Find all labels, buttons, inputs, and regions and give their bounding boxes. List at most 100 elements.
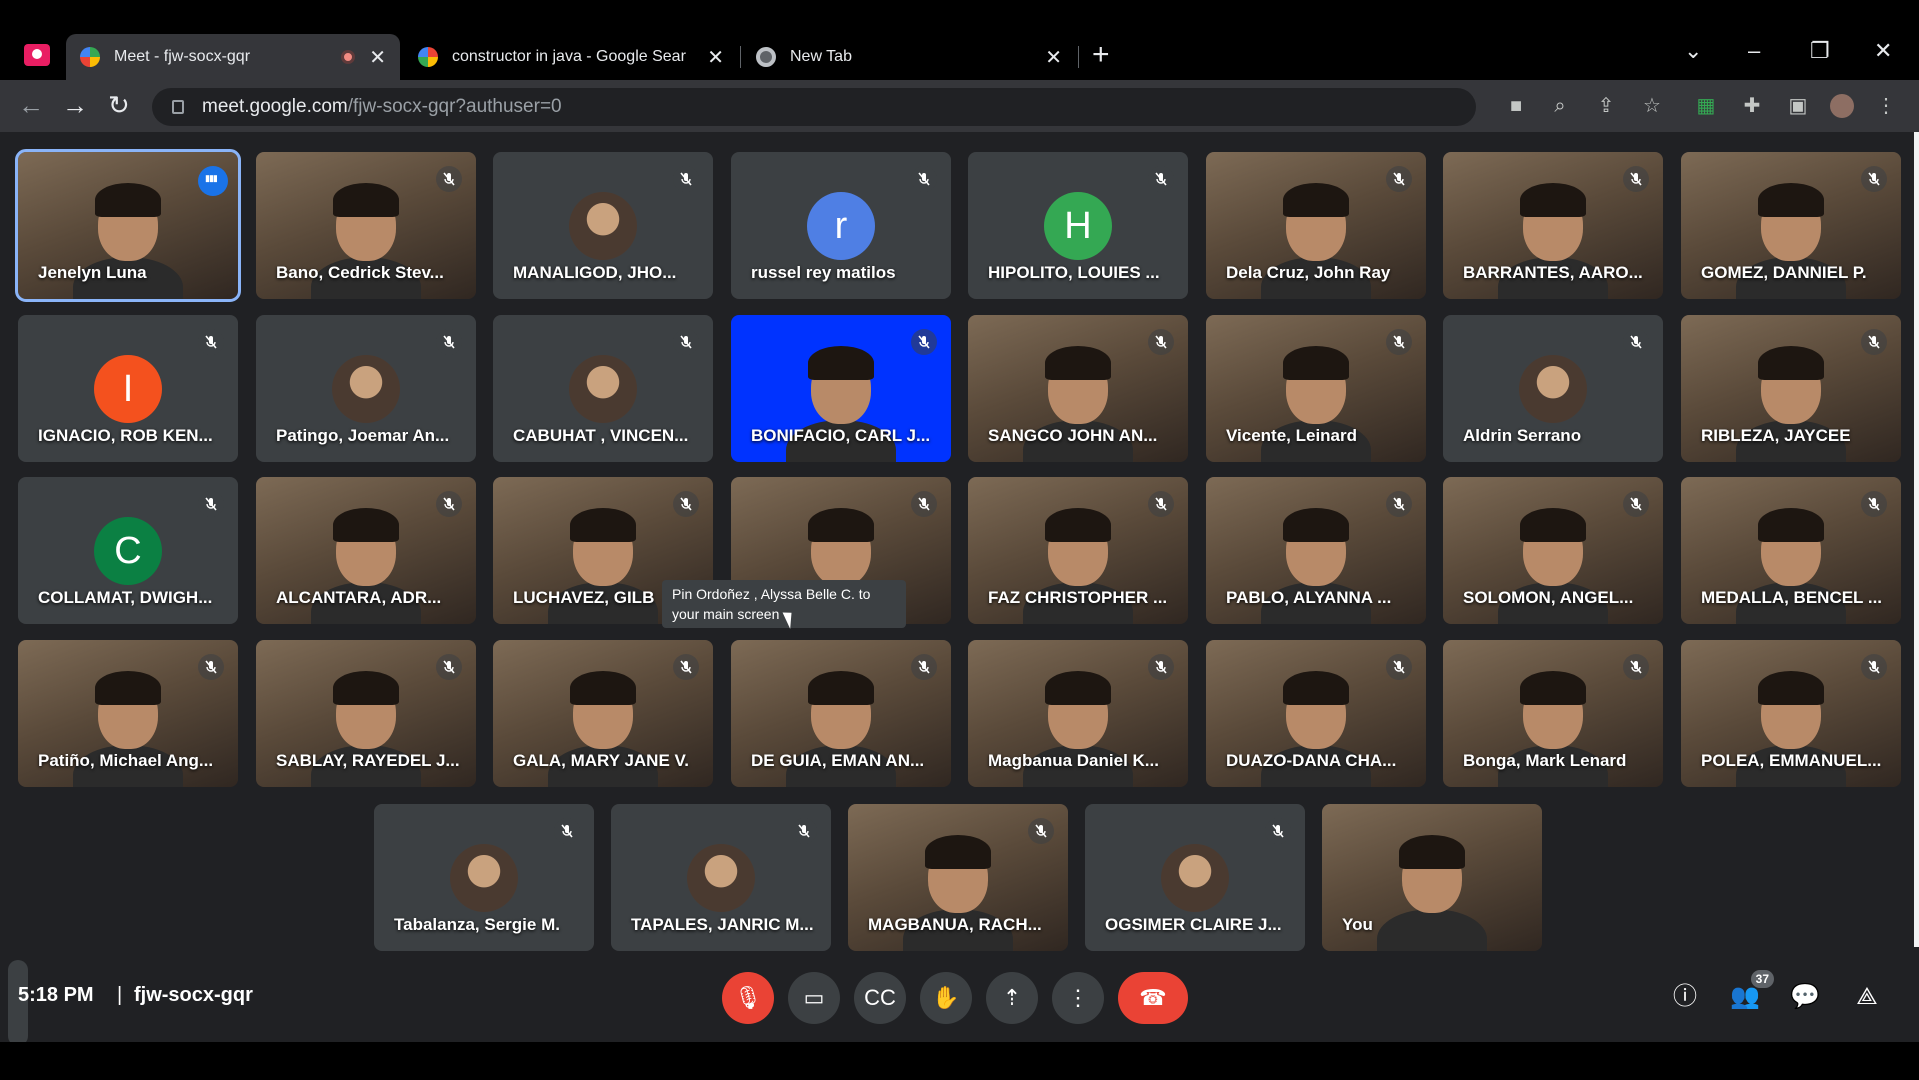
minimize-icon[interactable]: –: [1748, 38, 1760, 64]
participant-tile[interactable]: ALCANTARA, ADR...: [256, 477, 476, 624]
close-tab-icon[interactable]: ✕: [369, 45, 386, 70]
muted-mic-icon: [1386, 491, 1412, 517]
participant-tile[interactable]: Bonga, Mark Lenard: [1443, 640, 1663, 787]
participant-tile[interactable]: C COLLAMAT, DWIGH...: [18, 477, 238, 624]
microphone-off-button[interactable]: 🎙: [722, 972, 774, 1024]
muted-mic-icon: [1265, 818, 1291, 844]
muted-mic-icon: [673, 654, 699, 680]
profile-icon[interactable]: [24, 44, 50, 66]
participant-name: HIPOLITO, LOUIES ...: [988, 263, 1160, 282]
self-view-tile[interactable]: You: [1322, 804, 1542, 951]
muted-mic-icon: [1386, 329, 1412, 355]
muted-mic-icon: [911, 329, 937, 355]
back-icon[interactable]: ←: [18, 90, 44, 120]
participant-tile[interactable]: Aldrin Serrano: [1443, 315, 1663, 462]
participant-name: MANALIGOD, JHO...: [513, 263, 677, 282]
participant-tile[interactable]: MAGBANUA, RACH...: [848, 804, 1068, 951]
participant-tile[interactable]: Jenelyn Luna: [15, 149, 241, 302]
participant-tile[interactable]: H HIPOLITO, LOUIES ...: [968, 152, 1188, 299]
participant-name: Tabalanza, Sergie M.: [394, 915, 560, 934]
participant-tile[interactable]: PABLO, ALYANNA ...: [1206, 477, 1426, 624]
profile-avatar-icon[interactable]: [1830, 94, 1854, 118]
participant-name: SANGCO JOHN AN...: [988, 426, 1158, 445]
tab-google-search[interactable]: constructor in java - Google Sear ✕: [404, 34, 738, 80]
camera-button[interactable]: ▭: [788, 972, 840, 1024]
tab-title: Meet - fjw-socx-gqr: [114, 48, 251, 65]
captions-button[interactable]: CC: [854, 972, 906, 1024]
tab-title: New Tab: [790, 48, 852, 65]
participant-tile[interactable]: Patingo, Joemar An...: [256, 315, 476, 462]
raise-hand-button[interactable]: ✋: [920, 972, 972, 1024]
participant-tile[interactable]: RIBLEZA, JAYCEE: [1681, 315, 1901, 462]
participant-name: Patingo, Joemar An...: [276, 426, 450, 445]
participant-tile[interactable]: DUAZO-DANA CHA...: [1206, 640, 1426, 787]
close-tab-icon[interactable]: ✕: [707, 45, 724, 70]
lock-icon[interactable]: [172, 100, 184, 114]
participant-tile[interactable]: DE GUIA, EMAN AN...: [731, 640, 951, 787]
close-tab-icon[interactable]: ✕: [1045, 45, 1062, 70]
participant-name: You: [1342, 915, 1373, 934]
chat-icon[interactable]: 💬: [1788, 980, 1822, 1014]
meeting-clock: 5:18 PM: [18, 984, 94, 1006]
participant-tile[interactable]: GOMEZ, DANNIEL P.: [1681, 152, 1901, 299]
participant-tile[interactable]: GALA, MARY JANE V.: [493, 640, 713, 787]
participant-tile[interactable]: Patiño, Michael Ang...: [18, 640, 238, 787]
participant-tile[interactable]: Bano, Cedrick Stev...: [256, 152, 476, 299]
participant-name: Aldrin Serrano: [1463, 426, 1582, 445]
separator: |: [117, 984, 123, 1006]
camera-in-use-icon[interactable]: ■: [1504, 94, 1528, 118]
tab-search-icon[interactable]: ⌄: [1684, 38, 1702, 64]
participant-tile[interactable]: OGSIMER CLAIRE J...: [1085, 804, 1305, 951]
forward-icon[interactable]: →: [62, 90, 88, 120]
participant-tile[interactable]: Vicente, Leinard: [1206, 315, 1426, 462]
participant-tile[interactable]: CABUHAT , VINCEN...: [493, 315, 713, 462]
activities-icon[interactable]: ⟁: [1850, 980, 1884, 1014]
new-tab-button[interactable]: +: [1092, 40, 1110, 70]
tab-new-tab[interactable]: New Tab ✕: [742, 34, 1076, 80]
scrollbar[interactable]: [1914, 132, 1919, 947]
side-panel-icon[interactable]: ▣: [1786, 94, 1810, 118]
reload-icon[interactable]: ↻: [108, 90, 130, 120]
participant-name: russel rey matilos: [751, 263, 896, 282]
tab-meet[interactable]: Meet - fjw-socx-gqr ✕: [66, 34, 400, 80]
sheets-extension-icon[interactable]: ▦: [1694, 94, 1718, 118]
participant-name: GALA, MARY JANE V.: [513, 751, 690, 770]
restore-icon[interactable]: ❐: [1810, 38, 1830, 64]
participant-tile[interactable]: BONIFACIO, CARL J...: [731, 315, 951, 462]
menu-kebab-icon[interactable]: ⋮: [1874, 94, 1898, 118]
participant-tile[interactable]: SANGCO JOHN AN...: [968, 315, 1188, 462]
participant-tile[interactable]: Tabalanza, Sergie M.: [374, 804, 594, 951]
zoom-icon[interactable]: ⌕: [1548, 94, 1572, 118]
participant-name: Bano, Cedrick Stev...: [276, 263, 444, 282]
participant-tile[interactable]: MANALIGOD, JHO...: [493, 152, 713, 299]
participant-name: IGNACIO, ROB KEN...: [38, 426, 213, 445]
address-bar[interactable]: meet.google.com/fjw-socx-gqr?authuser=0: [152, 88, 1476, 126]
tab-separator: [740, 46, 741, 68]
bookmark-star-icon[interactable]: ☆: [1640, 94, 1664, 118]
participant-tile[interactable]: MEDALLA, BENCEL ...: [1681, 477, 1901, 624]
participant-tile[interactable]: POLEA, EMMANUEL...: [1681, 640, 1901, 787]
close-window-icon[interactable]: ✕: [1874, 38, 1892, 64]
participant-tile[interactable]: Dela Cruz, John Ray: [1206, 152, 1426, 299]
participant-tile[interactable]: SABLAY, RAYEDEL J...: [256, 640, 476, 787]
participant-name: COLLAMAT, DWIGH...: [38, 588, 213, 607]
participant-tile[interactable]: Magbanua Daniel K...: [968, 640, 1188, 787]
muted-mic-icon: [673, 329, 699, 355]
people-button[interactable]: 👥 37: [1728, 970, 1774, 1014]
participant-tile[interactable]: SOLOMON, ANGEL...: [1443, 477, 1663, 624]
participant-name: PABLO, ALYANNA ...: [1226, 588, 1392, 607]
extensions-puzzle-icon[interactable]: ✚: [1740, 94, 1764, 118]
participant-tile[interactable]: I IGNACIO, ROB KEN...: [18, 315, 238, 462]
meeting-details-icon[interactable]: ⓘ: [1668, 980, 1702, 1014]
present-screen-button[interactable]: ⇡: [986, 972, 1038, 1024]
share-icon[interactable]: ⇪: [1594, 94, 1618, 118]
participant-tile[interactable]: TAPALES, JANRIC M...: [611, 804, 831, 951]
leave-call-button[interactable]: ☎: [1118, 972, 1188, 1024]
participant-tile[interactable]: BARRANTES, AARO...: [1443, 152, 1663, 299]
participant-name: Patiño, Michael Ang...: [38, 751, 214, 770]
more-options-button[interactable]: ⋮: [1052, 972, 1104, 1024]
muted-mic-icon: [436, 166, 462, 192]
participant-video-feed: [1377, 831, 1487, 951]
participant-tile[interactable]: FAZ CHRISTOPHER ...: [968, 477, 1188, 624]
participant-tile[interactable]: r russel rey matilos: [731, 152, 951, 299]
